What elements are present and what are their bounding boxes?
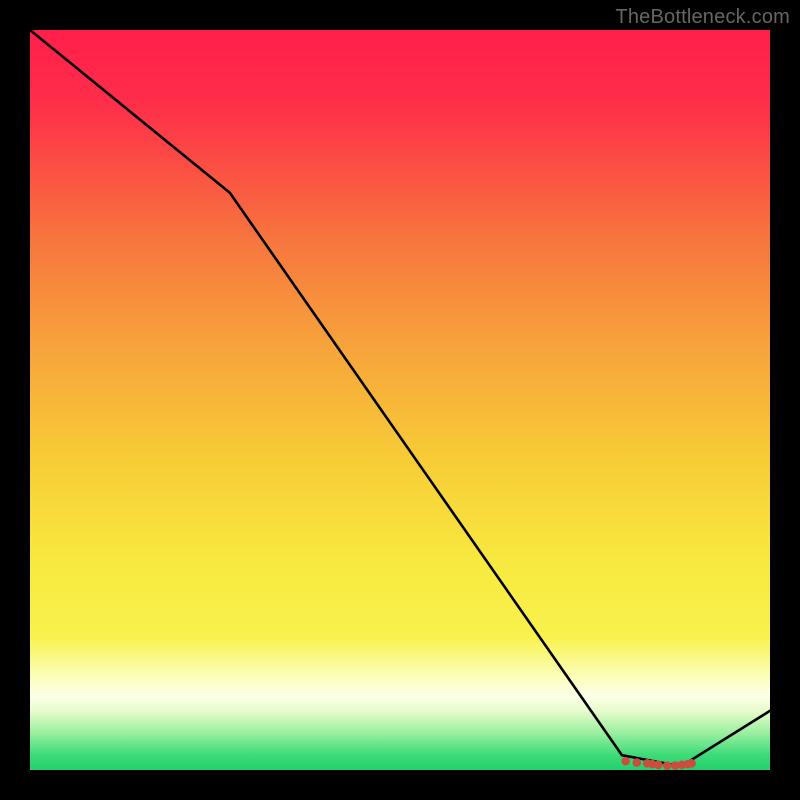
data-marker [687,759,696,768]
chart-canvas: TheBottleneck.com [0,0,800,800]
plot-area [30,30,770,770]
data-marker [633,758,642,767]
data-marker [621,757,630,766]
data-marker [654,761,663,770]
attribution-text: TheBottleneck.com [615,6,790,29]
data-marker [663,761,672,770]
chart-curve [30,30,770,770]
